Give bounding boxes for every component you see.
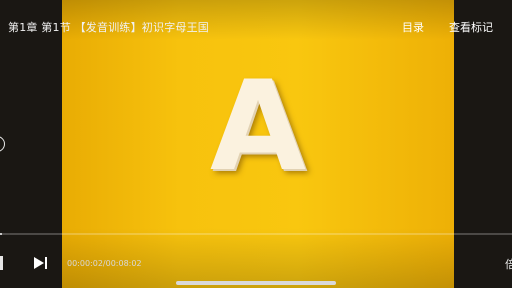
home-indicator[interactable] — [176, 281, 336, 285]
previous-icon[interactable] — [0, 256, 3, 270]
lesson-title: 第1章 第1节 【发音训练】初识字母王国 — [8, 21, 209, 34]
play-next-icon[interactable] — [32, 255, 48, 271]
letter-a: A — [210, 55, 306, 199]
catalog-button[interactable]: 目录 — [402, 19, 424, 35]
video-frame[interactable]: A — [62, 0, 454, 288]
right-letterbox — [454, 0, 512, 288]
view-marks-button[interactable]: 查看标记 — [449, 19, 493, 35]
speed-button[interactable]: 倍 — [505, 256, 512, 272]
progress-bar[interactable] — [0, 233, 512, 235]
left-letterbox — [0, 0, 62, 288]
bottom-shade — [62, 228, 454, 288]
progress-fill — [0, 233, 3, 235]
top-bar: 第1章 第1节 【发音训练】初识字母王国 目录 查看标记 — [0, 0, 512, 40]
time-display: 00:00:02/00:08:02 — [67, 259, 142, 268]
